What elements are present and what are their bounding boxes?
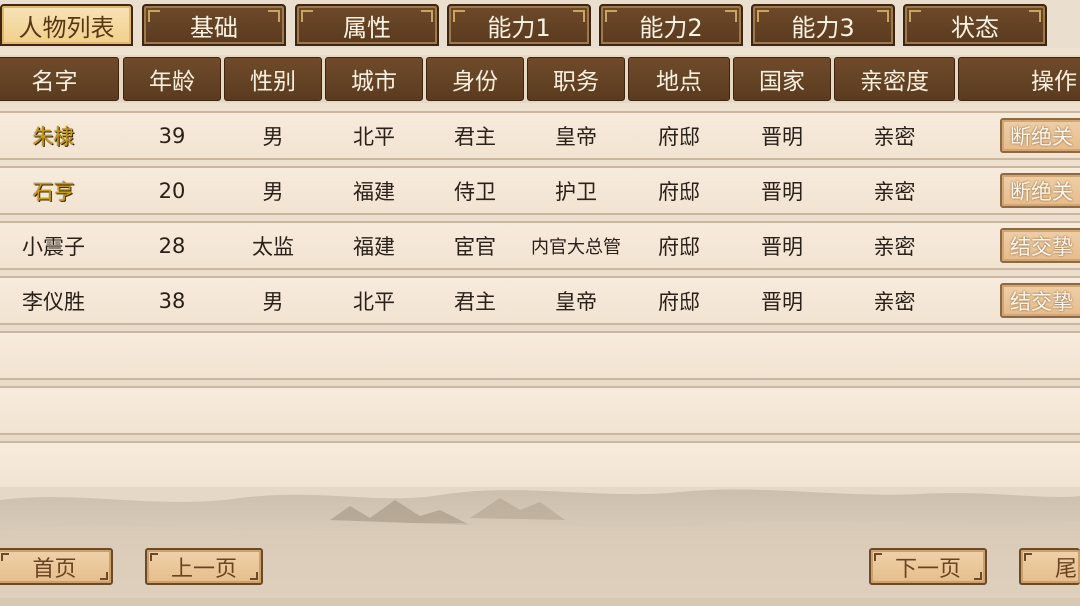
column-header-identity[interactable]: 身份 bbox=[426, 57, 524, 101]
tab-status[interactable]: 状态 bbox=[903, 4, 1047, 46]
tab-label: 能力2 bbox=[639, 13, 703, 42]
city-cell: 福建 bbox=[353, 234, 395, 259]
gender-cell: 男 bbox=[262, 289, 284, 314]
tab-label: 属性 bbox=[343, 13, 391, 42]
empty-row bbox=[0, 386, 1080, 435]
gender-cell: 男 bbox=[262, 179, 284, 204]
first-page-label: 首页 bbox=[32, 556, 77, 582]
country-cell: 晋明 bbox=[761, 234, 803, 259]
country-cell: 晋明 bbox=[761, 289, 803, 314]
empty-row bbox=[0, 441, 1080, 487]
location-cell: 府邸 bbox=[658, 234, 700, 259]
prev-page-label: 上一页 bbox=[170, 556, 237, 582]
identity-cell: 侍卫 bbox=[454, 179, 496, 204]
age-cell: 20 bbox=[158, 178, 186, 203]
bottom-border bbox=[0, 598, 1080, 606]
post-cell: 皇帝 bbox=[555, 289, 597, 314]
tab-bar: 人物列表 基础 属性 能力1 能力2 能力3 状态 bbox=[0, 0, 1080, 48]
city-cell: 福建 bbox=[353, 179, 395, 204]
tab-character-list[interactable]: 人物列表 bbox=[0, 4, 133, 46]
post-cell: 护卫 bbox=[555, 179, 597, 204]
identity-cell: 宦官 bbox=[454, 234, 496, 259]
intimacy-cell: 亲密 bbox=[873, 124, 916, 149]
column-header-city[interactable]: 城市 bbox=[325, 57, 423, 101]
table-row[interactable]: 小震子 28 太监 福建 宦官 内官大总管 府邸 晋明 亲密 结交挚 bbox=[0, 221, 1080, 270]
column-header-age[interactable]: 年龄 bbox=[123, 57, 221, 101]
identity-cell: 君主 bbox=[454, 289, 496, 314]
column-header-post[interactable]: 职务 bbox=[527, 57, 625, 101]
tab-label: 人物列表 bbox=[18, 13, 115, 42]
tab-ability-2[interactable]: 能力2 bbox=[599, 4, 743, 46]
age-cell: 28 bbox=[158, 233, 186, 258]
city-cell: 北平 bbox=[353, 124, 395, 149]
character-name[interactable]: 朱棣 bbox=[0, 113, 107, 158]
post-cell: 皇帝 bbox=[555, 124, 597, 149]
befriend-button[interactable]: 结交挚 bbox=[1000, 228, 1080, 263]
table-header: 名字 年龄 性别 城市 身份 职务 地点 国家 亲密度 操作 bbox=[0, 55, 1080, 103]
tab-ability-1[interactable]: 能力1 bbox=[447, 4, 591, 46]
column-header-location[interactable]: 地点 bbox=[628, 57, 730, 101]
gender-cell: 男 bbox=[262, 124, 284, 149]
location-cell: 府邸 bbox=[658, 289, 700, 314]
age-cell: 38 bbox=[158, 288, 186, 313]
identity-cell: 君主 bbox=[454, 124, 496, 149]
column-header-action: 操作 bbox=[958, 57, 1080, 101]
first-page-button[interactable]: 首页 bbox=[0, 548, 113, 585]
table-row[interactable]: 李仪胜 38 男 北平 君主 皇帝 府邸 晋明 亲密 结交挚 bbox=[0, 276, 1080, 325]
tab-attributes[interactable]: 属性 bbox=[295, 4, 439, 46]
empty-row bbox=[0, 331, 1080, 380]
next-page-button[interactable]: 下一页 bbox=[869, 548, 987, 585]
break-relation-button[interactable]: 断绝关 bbox=[1000, 118, 1080, 153]
gender-cell: 太监 bbox=[252, 234, 294, 259]
column-header-country[interactable]: 国家 bbox=[733, 57, 831, 101]
last-page-button[interactable]: 尾 bbox=[1019, 548, 1080, 585]
character-name[interactable]: 李仪胜 bbox=[0, 278, 107, 323]
tab-label: 能力3 bbox=[791, 13, 855, 42]
location-cell: 府邸 bbox=[658, 179, 700, 204]
break-relation-button[interactable]: 断绝关 bbox=[1000, 173, 1080, 208]
column-header-intimacy[interactable]: 亲密度 bbox=[834, 57, 955, 101]
intimacy-cell: 亲密 bbox=[873, 179, 916, 204]
table-row[interactable]: 石亨 20 男 福建 侍卫 护卫 府邸 晋明 亲密 断绝关 bbox=[0, 166, 1080, 215]
intimacy-cell: 亲密 bbox=[873, 234, 916, 259]
column-header-name[interactable]: 名字 bbox=[0, 57, 119, 101]
tab-label: 能力1 bbox=[487, 13, 551, 42]
tab-label: 基础 bbox=[190, 13, 238, 42]
post-cell: 内官大总管 bbox=[531, 236, 621, 258]
age-cell: 39 bbox=[158, 123, 186, 148]
intimacy-cell: 亲密 bbox=[873, 289, 916, 314]
city-cell: 北平 bbox=[353, 289, 395, 314]
character-name[interactable]: 小震子 bbox=[0, 223, 107, 268]
column-header-gender[interactable]: 性别 bbox=[224, 57, 322, 101]
tab-label: 状态 bbox=[951, 13, 999, 42]
location-cell: 府邸 bbox=[658, 124, 700, 149]
prev-page-button[interactable]: 上一页 bbox=[145, 548, 263, 585]
country-cell: 晋明 bbox=[761, 124, 803, 149]
ink-landscape-background bbox=[0, 489, 1080, 606]
tab-basic[interactable]: 基础 bbox=[142, 4, 286, 46]
tab-ability-3[interactable]: 能力3 bbox=[751, 4, 895, 46]
befriend-button[interactable]: 结交挚 bbox=[1000, 283, 1080, 318]
character-name[interactable]: 石亨 bbox=[0, 168, 107, 213]
last-page-label: 尾 bbox=[1055, 556, 1078, 582]
country-cell: 晋明 bbox=[761, 179, 803, 204]
next-page-label: 下一页 bbox=[894, 556, 961, 582]
table-row[interactable]: 朱棣 39 男 北平 君主 皇帝 府邸 晋明 亲密 断绝关 bbox=[0, 111, 1080, 160]
